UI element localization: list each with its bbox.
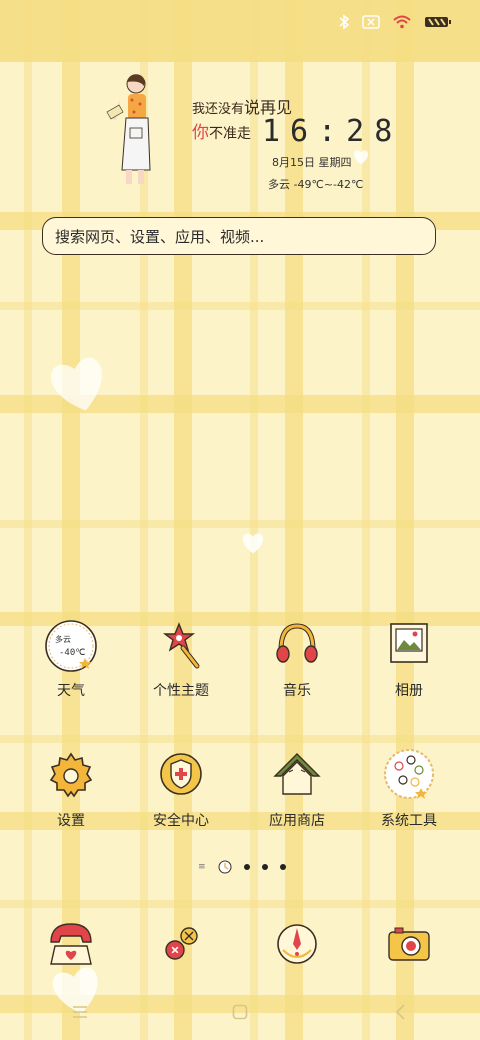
app-settings[interactable]: 设置: [16, 748, 126, 830]
page-indicator: ≡: [198, 860, 286, 874]
tools-folder-icon: [384, 749, 434, 799]
clock-date: 8月15日 星期四: [272, 156, 352, 169]
app-weather[interactable]: 多云 -40℃ 天气: [16, 618, 126, 700]
app-label: 相册: [395, 683, 423, 699]
nav-menu-button[interactable]: [60, 997, 100, 1027]
messages-icon: [165, 927, 198, 960]
no-sim-icon: [362, 15, 380, 29]
camera-icon: [388, 927, 430, 961]
theme-wand-icon: [162, 622, 200, 669]
page-current-icon: [218, 860, 232, 874]
page-dot[interactable]: [280, 864, 286, 870]
app-label: 安全中心: [153, 813, 209, 829]
app-label: 系统工具: [381, 813, 437, 829]
page-dot[interactable]: [262, 864, 268, 870]
clock-widget[interactable]: 我还没有说再见 你不准走 16:28 8月15日 星期四 多云 -49℃~-42…: [100, 70, 400, 200]
search-bar[interactable]: 搜索网页、设置、应用、视频...: [42, 217, 436, 255]
page-dot[interactable]: [244, 864, 250, 870]
heart-decoration: [242, 533, 264, 554]
svg-text:多云: 多云: [55, 634, 71, 644]
app-label: 应用商店: [269, 813, 325, 829]
gear-icon: [49, 752, 93, 798]
app-theme[interactable]: 个性主题: [126, 618, 236, 700]
phone-icon: [50, 923, 92, 965]
house-store-icon: [273, 753, 321, 795]
app-system-tools[interactable]: 系统工具: [354, 748, 464, 830]
status-bar: [0, 0, 480, 44]
app-label: 天气: [57, 683, 85, 699]
weather-icon: 多云 -40℃: [45, 620, 97, 672]
shield-icon: [160, 753, 202, 795]
nav-home-button[interactable]: [220, 997, 260, 1027]
widget-weather[interactable]: 多云 -49℃~-42℃: [268, 176, 363, 192]
dock-phone[interactable]: [16, 916, 126, 972]
app-store[interactable]: 应用商店: [242, 748, 352, 830]
wifi-icon: [393, 15, 411, 29]
app-music[interactable]: 音乐: [242, 618, 352, 700]
widget-quote-line2: 你不准走: [192, 123, 251, 143]
navigation-bar: [0, 990, 480, 1034]
app-label: 音乐: [283, 683, 311, 699]
app-security[interactable]: 安全中心: [126, 748, 236, 830]
heart-decoration: [353, 150, 369, 165]
search-placeholder: 搜索网页、设置、应用、视频...: [55, 227, 265, 246]
girl-illustration: [106, 74, 151, 184]
menu-icon: [73, 1006, 87, 1018]
back-icon: [395, 1004, 405, 1020]
dock-browser[interactable]: [242, 916, 352, 972]
nav-back-button[interactable]: [380, 997, 420, 1027]
heart-decoration: [50, 357, 102, 411]
battery-icon: [425, 17, 451, 27]
dock-camera[interactable]: [354, 916, 464, 972]
home-icon: [232, 1004, 248, 1020]
app-album[interactable]: 相册: [354, 618, 464, 700]
photo-album-icon: [390, 623, 428, 663]
headphones-icon: [276, 623, 318, 663]
browser-compass-icon: [277, 924, 317, 964]
bluetooth-icon: [339, 14, 350, 30]
svg-text:-40℃: -40℃: [59, 648, 85, 658]
clock-time[interactable]: 16:28: [262, 114, 402, 149]
app-label: 设置: [57, 813, 85, 829]
page-list-icon: ≡: [198, 862, 206, 872]
dock-messages[interactable]: [126, 916, 236, 972]
app-label: 个性主题: [153, 683, 209, 699]
